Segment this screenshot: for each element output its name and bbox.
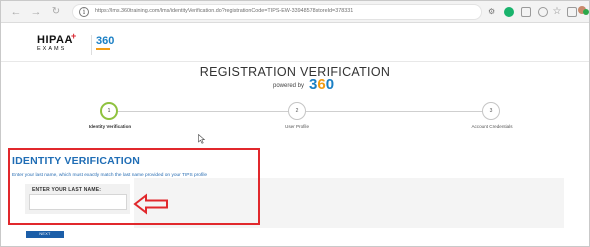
step-3-circle: 3 xyxy=(482,102,500,120)
annotation-arrow-icon xyxy=(133,193,168,215)
back-icon[interactable]: ← xyxy=(9,5,23,19)
360-logo-text: 360 xyxy=(96,35,115,47)
refresh-icon[interactable]: ↻ xyxy=(49,5,63,19)
step-3-number: 3 xyxy=(489,108,493,114)
browser-toolbar: ← → ↻ i https://lms.360training.com/lms/… xyxy=(1,1,589,23)
step-2-label: User Profile xyxy=(285,124,309,129)
address-bar[interactable]: i https://lms.360training.com/lms/identi… xyxy=(72,4,482,20)
step-2-number: 2 xyxy=(295,108,299,114)
powered-logo-digit-6: 6 xyxy=(317,76,326,93)
step-1-circle: 1 xyxy=(100,102,118,120)
stepper-line-2 xyxy=(306,111,484,112)
page-title: REGISTRATION VERIFICATION xyxy=(199,65,391,79)
step-1-label: Identity Verification xyxy=(88,124,132,129)
green-extension-icon[interactable] xyxy=(504,7,514,17)
powered-logo-digit-0: 0 xyxy=(325,76,335,93)
forward-icon[interactable]: → xyxy=(29,5,43,19)
360-training-logo[interactable]: 360 xyxy=(91,35,115,55)
hipaa-exams-logo[interactable]: HIPAA + EXAMS xyxy=(37,31,77,55)
step-1-number: 1 xyxy=(107,108,111,114)
powered-by-360-logo: 360 xyxy=(309,77,337,95)
site-header: HIPAA + EXAMS 360 xyxy=(1,24,589,62)
reader-icon[interactable] xyxy=(538,7,548,17)
next-button[interactable]: NEXT xyxy=(26,231,64,238)
step-3-label: Account Credentials xyxy=(471,124,513,129)
360-logo-underline xyxy=(96,48,110,50)
powered-by-text: powered by xyxy=(273,83,305,89)
hipaa-logo-plus: + xyxy=(71,31,77,41)
step-2-circle: 2 xyxy=(288,102,306,120)
stepper-line-1 xyxy=(117,111,289,112)
collections-icon[interactable] xyxy=(567,7,577,17)
hipaa-logo-sub: EXAMS xyxy=(37,46,67,52)
address-url[interactable]: https://lms.360training.com/lms/identity… xyxy=(95,8,353,14)
status-dot-icon xyxy=(583,9,589,15)
key-icon[interactable]: ⚙ xyxy=(488,7,496,17)
info-icon[interactable]: i xyxy=(79,7,89,17)
extension-icon[interactable] xyxy=(521,7,531,17)
mouse-cursor-icon xyxy=(198,134,206,144)
favorite-star-icon[interactable]: ☆ xyxy=(552,7,562,17)
